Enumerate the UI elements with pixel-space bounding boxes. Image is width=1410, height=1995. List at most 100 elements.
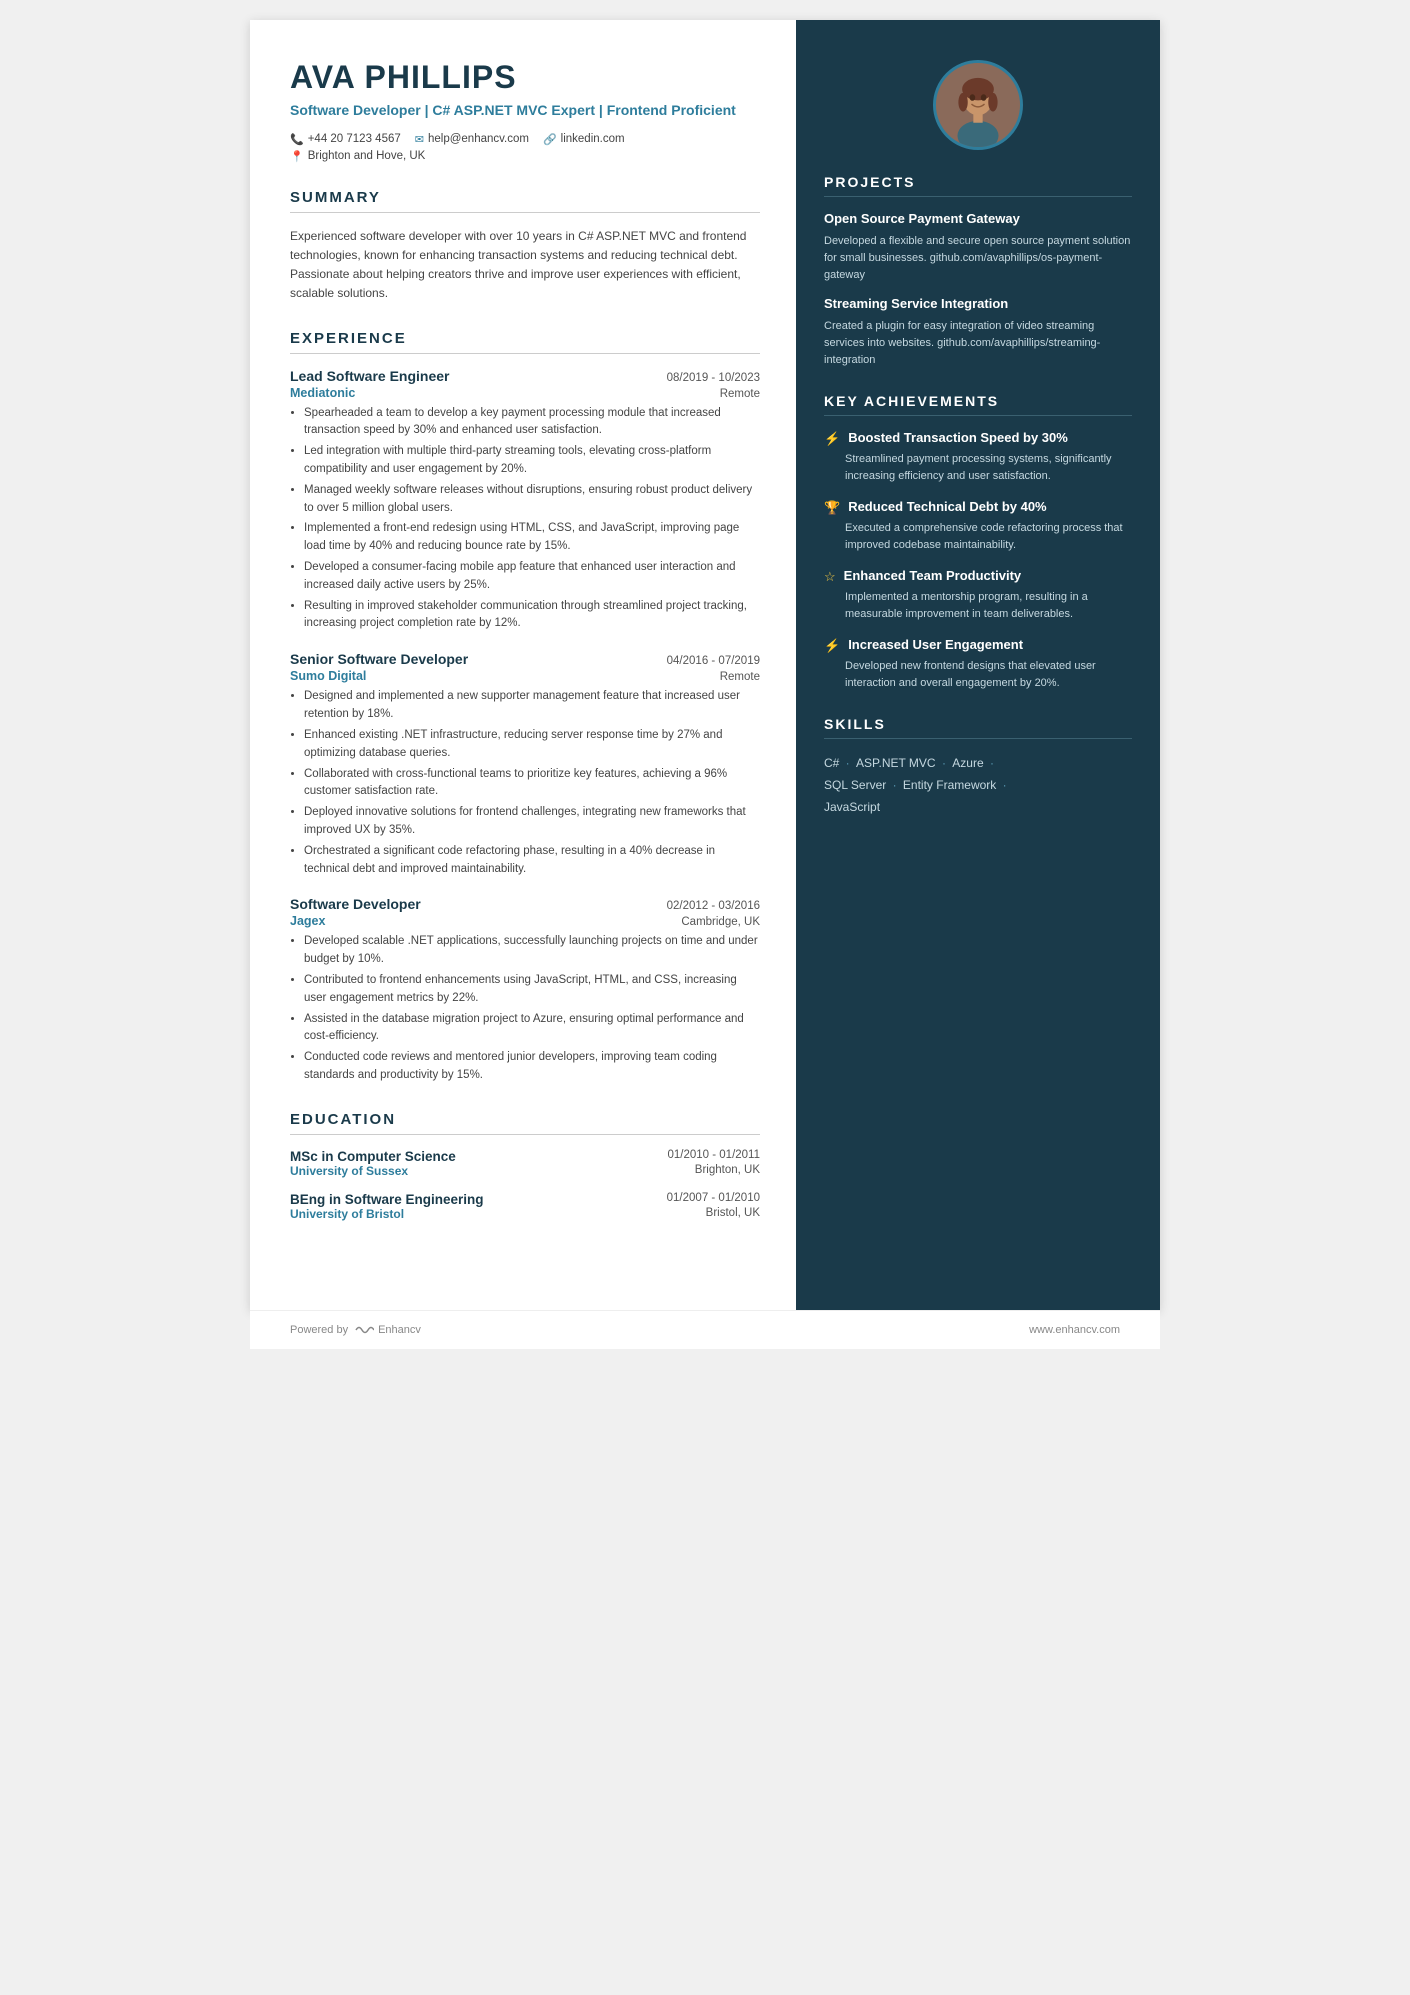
bullet: Designed and implemented a new supporter… bbox=[304, 688, 760, 724]
enhancv-brand: Enhancv bbox=[378, 1324, 421, 1336]
education-section: EDUCATION MSc in Computer Science 01/201… bbox=[290, 1111, 760, 1221]
edu-school-2: University of Bristol bbox=[290, 1207, 404, 1221]
skills-section: SKILLS C# · ASP.NET MVC · Azure · SQL Se… bbox=[824, 716, 1132, 818]
sep5: · bbox=[999, 778, 1006, 792]
candidate-name: AVA PHILLIPS bbox=[290, 60, 760, 95]
exp-header-1: Lead Software Engineer 08/2019 - 10/2023 bbox=[290, 368, 760, 384]
bullet: Developed scalable .NET applications, su… bbox=[304, 933, 760, 969]
edu-degree-1: MSc in Computer Science bbox=[290, 1149, 456, 1164]
email-item: ✉ help@enhancv.com bbox=[415, 133, 529, 146]
ach-desc-2: Executed a comprehensive code refactorin… bbox=[824, 520, 1132, 554]
edu-subrow-2: University of Bristol Bristol, UK bbox=[290, 1207, 760, 1221]
phone-icon: 📞 bbox=[290, 133, 304, 146]
bolt-icon-1: ⚡ bbox=[824, 431, 840, 447]
summary-title: SUMMARY bbox=[290, 189, 760, 213]
skill-aspnet: ASP.NET MVC bbox=[856, 756, 936, 770]
star-icon: ☆ bbox=[824, 569, 836, 585]
edu-header-1: MSc in Computer Science 01/2010 - 01/201… bbox=[290, 1149, 760, 1164]
ach-title-3: Enhanced Team Productivity bbox=[844, 568, 1021, 585]
sep3: · bbox=[987, 756, 994, 770]
candidate-title: Software Developer | C# ASP.NET MVC Expe… bbox=[290, 101, 760, 121]
sep4: · bbox=[889, 778, 900, 792]
edu-degree-2: BEng in Software Engineering bbox=[290, 1192, 484, 1207]
bullet: Implemented a front-end redesign using H… bbox=[304, 520, 760, 556]
exp-header-3: Software Developer 02/2012 - 03/2016 bbox=[290, 896, 760, 912]
bullet: Resulting in improved stakeholder commun… bbox=[304, 598, 760, 634]
skill-azure: Azure bbox=[952, 756, 983, 770]
education-title: EDUCATION bbox=[290, 1111, 760, 1135]
experience-section: EXPERIENCE Lead Software Engineer 08/201… bbox=[290, 330, 760, 1085]
location-item: 📍 Brighton and Hove, UK bbox=[290, 150, 425, 163]
skill-sql: SQL Server bbox=[824, 778, 886, 792]
bullet: Spearheaded a team to develop a key paym… bbox=[304, 405, 760, 441]
bullet: Led integration with multiple third-part… bbox=[304, 443, 760, 479]
sep1: · bbox=[842, 756, 853, 770]
ach-desc-3: Implemented a mentorship program, result… bbox=[824, 589, 1132, 623]
linkedin-url: linkedin.com bbox=[561, 133, 625, 145]
achievement-4: ⚡ Increased User Engagement Developed ne… bbox=[824, 637, 1132, 692]
email-address: help@enhancv.com bbox=[428, 133, 529, 145]
exp-location-2: Remote bbox=[720, 671, 760, 683]
project-name-2: Streaming Service Integration bbox=[824, 296, 1132, 313]
edu-date-1: 01/2010 - 01/2011 bbox=[667, 1149, 760, 1164]
exp-item-2: Senior Software Developer 04/2016 - 07/2… bbox=[290, 651, 760, 878]
exp-date-3: 02/2012 - 03/2016 bbox=[667, 900, 760, 912]
summary-text: Experienced software developer with over… bbox=[290, 227, 760, 304]
projects-section: PROJECTS Open Source Payment Gateway Dev… bbox=[824, 174, 1132, 369]
exp-location-3: Cambridge, UK bbox=[681, 916, 760, 928]
linkedin-item: 🔗 linkedin.com bbox=[543, 133, 625, 146]
footer-left: Powered by Enhancv bbox=[290, 1323, 421, 1337]
projects-title: PROJECTS bbox=[824, 174, 1132, 197]
achievement-2: 🏆 Reduced Technical Debt by 40% Executed… bbox=[824, 499, 1132, 554]
bullet: Collaborated with cross-functional teams… bbox=[304, 766, 760, 802]
right-column: PROJECTS Open Source Payment Gateway Dev… bbox=[796, 20, 1160, 1310]
edu-header-2: BEng in Software Engineering 01/2007 - 0… bbox=[290, 1192, 760, 1207]
bullet: Managed weekly software releases without… bbox=[304, 482, 760, 518]
left-column: AVA PHILLIPS Software Developer | C# ASP… bbox=[250, 20, 796, 1310]
edu-item-1: MSc in Computer Science 01/2010 - 01/201… bbox=[290, 1149, 760, 1178]
bullet: Enhanced existing .NET infrastructure, r… bbox=[304, 727, 760, 763]
exp-bullets-3: Developed scalable .NET applications, su… bbox=[290, 933, 760, 1085]
footer: Powered by Enhancv www.enhancv.com bbox=[250, 1310, 1160, 1349]
trophy-icon: 🏆 bbox=[824, 500, 840, 516]
edu-subrow-1: University of Sussex Brighton, UK bbox=[290, 1164, 760, 1178]
bullet: Orchestrated a significant code refactor… bbox=[304, 843, 760, 879]
bullet: Conducted code reviews and mentored juni… bbox=[304, 1049, 760, 1085]
exp-date-2: 04/2016 - 07/2019 bbox=[667, 655, 760, 667]
exp-item-3: Software Developer 02/2012 - 03/2016 Jag… bbox=[290, 896, 760, 1085]
project-desc-1: Developed a flexible and secure open sou… bbox=[824, 233, 1132, 284]
exp-title-1: Lead Software Engineer bbox=[290, 368, 449, 384]
exp-item-1: Lead Software Engineer 08/2019 - 10/2023… bbox=[290, 368, 760, 634]
ach-header-3: ☆ Enhanced Team Productivity bbox=[824, 568, 1132, 585]
contact-info: 📞 +44 20 7123 4567 ✉ help@enhancv.com 🔗 … bbox=[290, 133, 760, 163]
bullet: Contributed to frontend enhancements usi… bbox=[304, 972, 760, 1008]
ach-title-1: Boosted Transaction Speed by 30% bbox=[848, 430, 1068, 447]
exp-date-1: 08/2019 - 10/2023 bbox=[667, 372, 760, 384]
location-text: Brighton and Hove, UK bbox=[308, 150, 426, 162]
resume-header: AVA PHILLIPS Software Developer | C# ASP… bbox=[290, 60, 760, 163]
experience-title: EXPERIENCE bbox=[290, 330, 760, 354]
enhancv-logo: Enhancv bbox=[354, 1323, 421, 1337]
bolt-icon-2: ⚡ bbox=[824, 638, 840, 654]
exp-bullets-1: Spearheaded a team to develop a key paym… bbox=[290, 405, 760, 634]
location-icon: 📍 bbox=[290, 150, 304, 163]
ach-desc-1: Streamlined payment processing systems, … bbox=[824, 451, 1132, 485]
linkedin-icon: 🔗 bbox=[543, 133, 557, 146]
exp-company-1: Mediatonic bbox=[290, 386, 355, 400]
ach-title-2: Reduced Technical Debt by 40% bbox=[848, 499, 1046, 516]
phone-item: 📞 +44 20 7123 4567 bbox=[290, 133, 401, 146]
summary-section: SUMMARY Experienced software developer w… bbox=[290, 189, 760, 304]
edu-loc-1: Brighton, UK bbox=[695, 1164, 760, 1178]
exp-header-2: Senior Software Developer 04/2016 - 07/2… bbox=[290, 651, 760, 667]
edu-date-2: 01/2007 - 01/2010 bbox=[667, 1192, 760, 1207]
sep2: · bbox=[939, 756, 950, 770]
exp-subheader-1: Mediatonic Remote bbox=[290, 386, 760, 400]
edu-item-2: BEng in Software Engineering 01/2007 - 0… bbox=[290, 1192, 760, 1221]
bullet: Assisted in the database migration proje… bbox=[304, 1011, 760, 1047]
skills-title: SKILLS bbox=[824, 716, 1132, 739]
skill-js: JavaScript bbox=[824, 800, 880, 814]
exp-company-3: Jagex bbox=[290, 914, 325, 928]
edu-loc-2: Bristol, UK bbox=[706, 1207, 760, 1221]
footer-website: www.enhancv.com bbox=[1029, 1324, 1120, 1336]
edu-school-1: University of Sussex bbox=[290, 1164, 408, 1178]
